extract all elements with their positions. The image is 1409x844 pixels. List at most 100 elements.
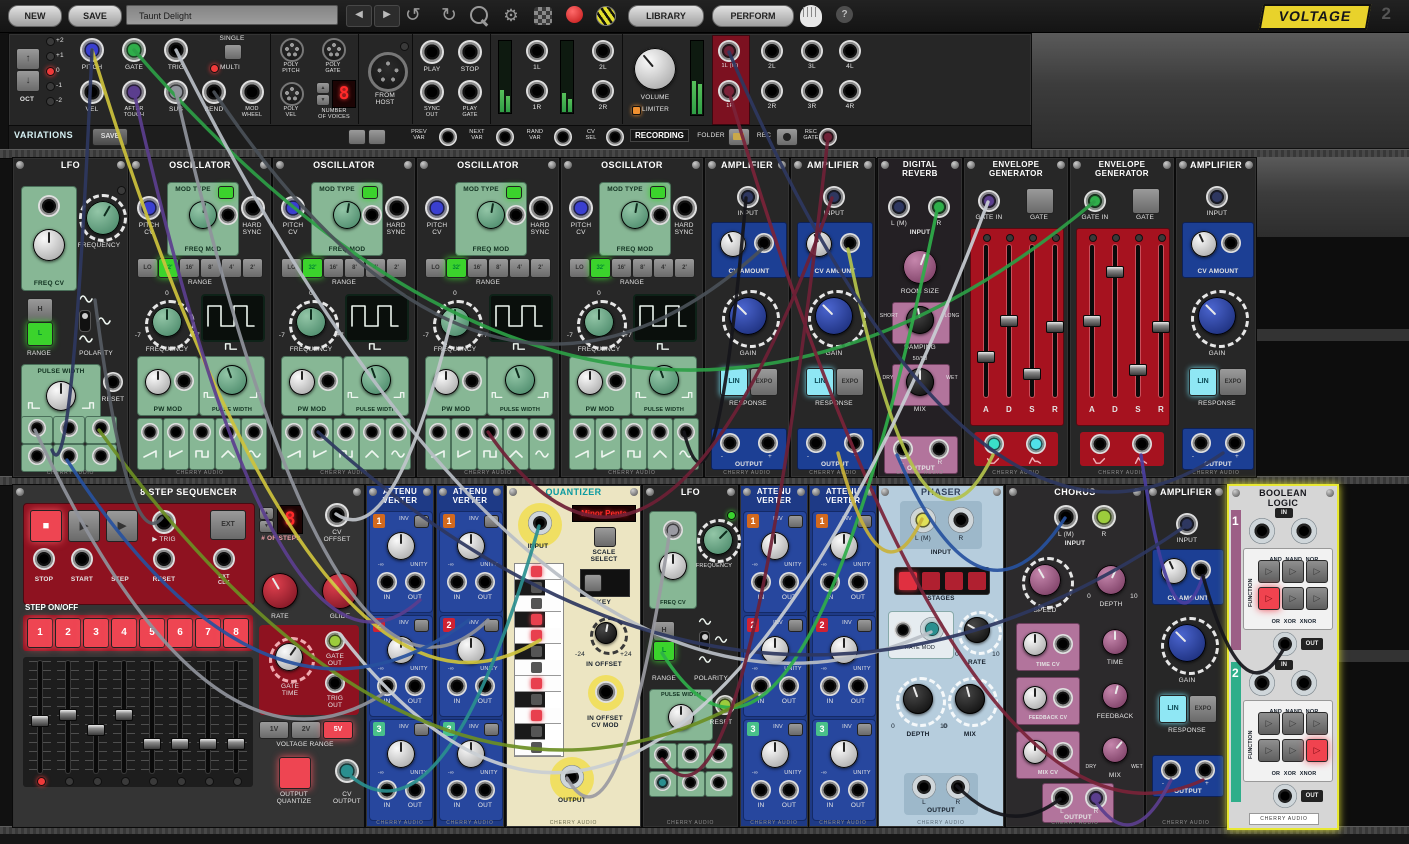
patch-name-field[interactable]: Taunt Delight — [126, 5, 338, 25]
range-l-button[interactable]: L — [27, 322, 53, 346]
frequency-knob[interactable] — [440, 307, 470, 337]
pw-mod-jack[interactable] — [462, 371, 482, 391]
range-lo-button[interactable]: LO — [281, 258, 302, 278]
pitch-jack[interactable] — [80, 38, 104, 62]
frequency-knob[interactable] — [296, 307, 326, 337]
white-key[interactable] — [515, 660, 561, 676]
att-in-jack[interactable] — [447, 676, 467, 696]
sine-out-jack[interactable] — [245, 423, 263, 441]
att-in-jack[interactable] — [820, 676, 840, 696]
speed-knob[interactable] — [1029, 564, 1061, 596]
freq-mod-knob[interactable] — [333, 201, 361, 229]
range-16-button[interactable]: 16' — [323, 258, 344, 278]
bool1-in-b-jack[interactable] — [1291, 518, 1317, 544]
pw-mod-knob[interactable] — [577, 369, 603, 395]
pw-mod-knob[interactable] — [433, 369, 459, 395]
hard-sync-jack[interactable] — [385, 196, 409, 220]
step-slider-3[interactable] — [85, 661, 107, 773]
gate-button[interactable] — [1026, 188, 1054, 214]
step-button-5[interactable]: 5 — [139, 618, 165, 648]
phaser-in-r-jack[interactable] — [948, 507, 974, 533]
gate-jack[interactable] — [122, 38, 146, 62]
input-1r-jack[interactable] — [526, 80, 548, 102]
rate-mod-attn-jack[interactable] — [894, 621, 912, 639]
square-out-jack[interactable] — [625, 423, 643, 441]
att-in-jack[interactable] — [377, 572, 397, 592]
amp-input-jack[interactable] — [823, 186, 845, 208]
saw-out-jack[interactable] — [141, 423, 159, 441]
gate-out-jack[interactable] — [325, 631, 345, 651]
saw-out-jack[interactable] — [682, 774, 699, 791]
amp-out-minus-jack[interactable] — [720, 433, 740, 453]
range-4-button[interactable]: 4' — [365, 258, 386, 278]
amp-input-jack[interactable] — [737, 186, 759, 208]
cv-amount-knob[interactable] — [806, 231, 832, 257]
range-4-button[interactable]: 4' — [653, 258, 674, 278]
reverb-in-l-jack[interactable] — [888, 196, 910, 218]
reverb-in-r-jack[interactable] — [928, 196, 950, 218]
triangle-out-jack[interactable] — [219, 423, 237, 441]
saw-out-jack[interactable] — [60, 447, 78, 465]
expo-button[interactable]: EXPO — [1219, 368, 1247, 396]
xnor-button[interactable]: ▷ — [1306, 739, 1328, 762]
bend-jack[interactable] — [202, 80, 226, 104]
pw-mod-knob[interactable] — [289, 369, 315, 395]
square-out-jack[interactable] — [193, 423, 211, 441]
white-key[interactable] — [515, 628, 561, 644]
output-4l-jack[interactable] — [839, 40, 861, 62]
att-out-jack[interactable] — [405, 572, 425, 592]
stage-segment[interactable] — [922, 572, 940, 590]
bool1-out-jack[interactable] — [1273, 632, 1297, 656]
mod-wheel-jack[interactable] — [240, 80, 264, 104]
ramp-out-jack[interactable] — [167, 423, 185, 441]
inv-button[interactable] — [857, 619, 872, 632]
step-button-1[interactable]: 1 — [27, 618, 53, 648]
square-out-jack[interactable] — [481, 423, 499, 441]
range-16-button[interactable]: 16' — [179, 258, 200, 278]
rec-gate-jack[interactable] — [819, 128, 837, 146]
pitch-cv-jack[interactable] — [137, 196, 161, 220]
poly-vel-din-icon[interactable] — [280, 82, 304, 106]
or-button[interactable]: ▷ — [1258, 587, 1280, 610]
gain-knob[interactable] — [729, 297, 767, 335]
sus-jack[interactable] — [164, 80, 188, 104]
sine-out-jack[interactable] — [92, 419, 110, 437]
black-key[interactable] — [515, 612, 545, 628]
freq-mod-knob[interactable] — [621, 201, 649, 229]
att-in-jack[interactable] — [751, 676, 771, 696]
settings-gear-icon[interactable]: ⚙ — [498, 3, 524, 29]
range-4-button[interactable]: 4' — [509, 258, 530, 278]
att-out-jack[interactable] — [848, 572, 868, 592]
phaser-in-l-jack[interactable] — [910, 507, 936, 533]
ramp-out-jack[interactable] — [311, 423, 329, 441]
pulse-width-knob[interactable] — [217, 365, 247, 395]
voices-down-button[interactable]: ▼ — [316, 94, 330, 106]
amp-out-minus-jack[interactable] — [806, 433, 826, 453]
aftertouch-jack[interactable] — [122, 80, 146, 104]
square-out-jack[interactable] — [28, 419, 46, 437]
feedback-cv-jack[interactable] — [1053, 688, 1073, 708]
frequency-knob[interactable] — [584, 307, 614, 337]
seq-start-button[interactable]: ▶ — [68, 510, 100, 542]
bool2-out-jack[interactable] — [1273, 784, 1297, 808]
white-key[interactable] — [515, 708, 561, 724]
cv-amount-jack[interactable] — [840, 233, 860, 253]
adsr-slider-D[interactable] — [1104, 245, 1126, 397]
prev-patch-button[interactable]: ◀ — [346, 5, 372, 27]
att-out-jack[interactable] — [779, 780, 799, 800]
pulse-width-knob[interactable] — [668, 704, 694, 730]
att-in-jack[interactable] — [820, 572, 840, 592]
range-16-button[interactable]: 16' — [611, 258, 632, 278]
damping-knob[interactable] — [906, 306, 934, 334]
sine-out-jack[interactable] — [533, 423, 551, 441]
range-2v-button[interactable]: 2V — [291, 721, 321, 739]
adsr-slider-R[interactable] — [1150, 245, 1172, 397]
inv-button[interactable] — [484, 515, 499, 528]
att-in-jack[interactable] — [820, 780, 840, 800]
adsr-slider-D[interactable] — [998, 245, 1020, 397]
output-1l-jack[interactable] — [718, 40, 740, 62]
library-button[interactable]: LIBRARY — [628, 5, 704, 27]
att-knob[interactable] — [387, 636, 415, 664]
mod-type-button[interactable] — [218, 186, 234, 199]
range-16-button[interactable]: 16' — [467, 258, 488, 278]
